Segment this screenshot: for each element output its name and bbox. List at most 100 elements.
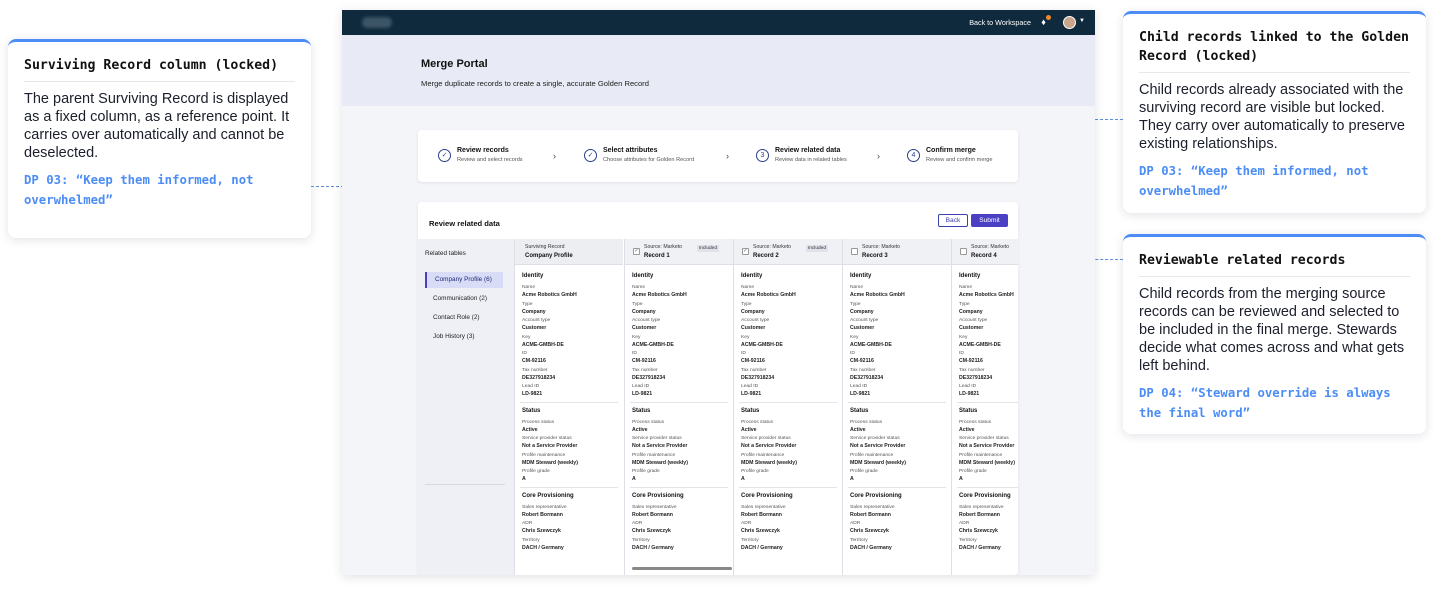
step-subtitle: Choose attributes for Golden Record [603, 157, 695, 163]
field-value: Active [741, 427, 757, 433]
field-value: DE327918234 [850, 375, 884, 381]
avatar[interactable] [1063, 16, 1076, 29]
source-record-column: ✓ Source: Marketo Record 2 Included Identity… [733, 239, 842, 575]
field-value: ACME-GMBH-DE [959, 342, 1001, 348]
step-number-icon: 3 [756, 149, 769, 162]
divider [520, 487, 618, 488]
field-value: Company [632, 309, 656, 315]
field-label: Type [632, 302, 643, 307]
checked-checkbox[interactable]: ✓ [633, 248, 640, 255]
notification-badge [1046, 15, 1051, 20]
field-value: MDM Steward (weekly) [850, 460, 906, 466]
annotation-body: Child records already associated with th… [1139, 82, 1405, 152]
field-label: Type [741, 302, 752, 307]
field-label: Tax number [959, 368, 985, 373]
step-title: Review records [457, 147, 509, 154]
field-value: Customer [959, 325, 984, 331]
field-value: DE327918234 [632, 375, 666, 381]
field-label: Profile grade [959, 469, 987, 474]
field-value: ACME-GMBH-DE [741, 342, 783, 348]
divider [630, 487, 728, 488]
field-label: Tax number [522, 368, 548, 373]
field-value: DACH / Germany [959, 545, 1001, 551]
field-label: Process status [850, 420, 883, 425]
field-value: DACH / Germany [632, 545, 674, 551]
chevron-right-icon: › [726, 151, 729, 161]
field-label: Sales representative [741, 505, 786, 510]
column-record-name: Company Profile [525, 253, 573, 259]
field-value: Company [959, 309, 983, 315]
field-value: Company [522, 309, 546, 315]
section-title: Core Provisioning [741, 493, 793, 499]
column-header: ✓ Source: Marketo Record 1 Included [625, 239, 733, 265]
review-related-data-panel: Review related data Back Submit Related … [418, 202, 1018, 575]
field-label: Key [850, 335, 859, 340]
annotation-body: The parent Surviving Record is displayed… [24, 91, 290, 161]
field-label: Lead ID [850, 384, 868, 389]
checkbox[interactable] [851, 248, 858, 255]
field-label: ID [850, 351, 855, 356]
annotation-reviewable: Reviewable related records Child records… [1123, 234, 1426, 434]
step-subtitle: Review and select records [457, 157, 523, 163]
related-table-job-history[interactable]: Job History (3) [425, 329, 503, 345]
submit-button[interactable]: Submit [971, 214, 1008, 227]
checkbox[interactable] [960, 248, 967, 255]
field-value: Not a Service Provider [959, 443, 1015, 449]
divider [739, 487, 837, 488]
field-label: Lead ID [632, 384, 650, 389]
field-value: A [850, 476, 854, 482]
included-badge: Included [805, 245, 828, 252]
field-value: Chris Szewczyk [632, 528, 671, 534]
checked-checkbox[interactable]: ✓ [742, 248, 749, 255]
field-label: Profile maintenance [632, 453, 676, 458]
field-value: Customer [522, 325, 547, 331]
field-value: ACME-GMBH-DE [632, 342, 674, 348]
divider [957, 487, 1018, 488]
field-value: Robert Bormann [959, 512, 1000, 518]
field-label: Lead ID [741, 384, 759, 389]
related-table-company-profile[interactable]: Company Profile (6) [425, 272, 503, 288]
column-header: Source: Marketo Record 4 [952, 239, 1018, 265]
field-value: Acme Robotics GmbH [522, 292, 577, 298]
annotation-design-principle: DP 03: “Keep them informed, not overwhel… [1139, 164, 1369, 198]
related-table-contact-role[interactable]: Contact Role (2) [425, 310, 503, 326]
field-value: Robert Bormann [850, 512, 891, 518]
field-value: Not a Service Provider [522, 443, 578, 449]
field-label: Account type [850, 318, 879, 323]
field-value: DACH / Germany [522, 545, 564, 551]
field-label: Sales representative [522, 505, 567, 510]
section-title: Status [522, 408, 541, 414]
check-circle-icon: ✓ [584, 149, 597, 162]
included-badge: Included [696, 245, 719, 252]
step-subtitle: Review and confirm merge [926, 157, 993, 163]
field-label: Name [741, 285, 755, 290]
divider [520, 402, 618, 403]
annotation-title: Surviving Record column (locked) [24, 56, 295, 82]
field-value: LD-9821 [850, 391, 871, 397]
field-value: Acme Robotics GmbH [632, 292, 687, 298]
field-label: Name [959, 285, 973, 290]
annotation-design-principle: DP 03: “Keep them informed, not overwhel… [24, 173, 254, 207]
field-label: ADR [959, 521, 970, 526]
horizontal-scrollbar[interactable] [632, 567, 732, 570]
field-label: Key [522, 335, 531, 340]
field-label: Profile maintenance [959, 453, 1003, 458]
field-label: ADR [741, 521, 752, 526]
field-value: LD-9821 [522, 391, 543, 397]
field-label: Name [850, 285, 864, 290]
field-label: ADR [522, 521, 533, 526]
chevron-down-icon[interactable]: ▼ [1079, 18, 1085, 24]
page-subtitle: Merge duplicate records to create a sing… [421, 79, 649, 88]
related-table-communication[interactable]: Communication (2) [425, 291, 503, 307]
column-source: Source: Marketo [644, 244, 683, 250]
field-value: Active [850, 427, 866, 433]
check-circle-icon: ✓ [438, 149, 451, 162]
field-label: Account type [522, 318, 551, 323]
divider [630, 402, 728, 403]
back-to-workspace-link[interactable]: Back to Workspace [969, 18, 1031, 27]
field-value: ACME-GMBH-DE [850, 342, 892, 348]
field-label: ID [959, 351, 964, 356]
back-button[interactable]: Back [938, 214, 968, 227]
field-value: Chris Szewczyk [850, 528, 889, 534]
merge-stepper: ✓ Review records Review and select recor… [418, 130, 1018, 182]
